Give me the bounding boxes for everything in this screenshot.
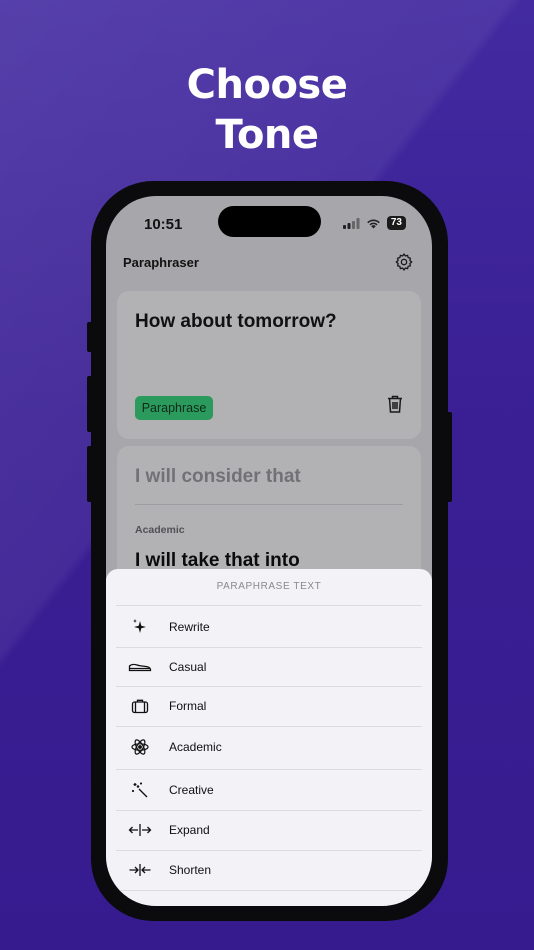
input-text[interactable]: How about tomorrow? [135,311,337,333]
divider [116,605,422,606]
sneaker-icon [128,657,152,677]
app-title: Paraphraser [123,255,199,270]
menu-label: Rewrite [169,620,210,634]
menu-item-formal[interactable]: Formal [116,686,422,726]
menu-item-expand[interactable]: Expand [116,810,422,850]
gear-icon[interactable] [394,252,414,272]
menu-item-creative[interactable]: Creative [116,770,422,810]
expand-arrows-icon [128,820,152,840]
sheet-title: PARAPHRASE TEXT [216,581,322,592]
menu-item-academic[interactable]: Academic [116,727,422,767]
menu-label: Casual [169,660,207,674]
paraphrase-button[interactable]: Paraphrase [135,396,213,420]
menu-label: Expand [169,823,210,837]
dynamic-island [218,206,321,237]
menu-label: Formal [169,699,207,713]
signal-icon [342,217,360,229]
original-text: I will consider that [135,466,301,487]
marketing-headline: Choose Tone [0,60,534,160]
tone-label: Academic [135,524,185,536]
atom-icon [128,737,152,757]
magic-wand-icon [128,780,152,800]
menu-label: Creative [169,783,214,797]
headline-line-2: Tone [215,112,319,158]
briefcase-icon [128,696,152,716]
menu-label: Academic [169,740,222,754]
shorten-arrows-icon [128,860,152,880]
menu-item-shorten[interactable]: Shorten [116,850,422,890]
sparkle-icon [128,617,152,637]
paraphrase-sheet: PARAPHRASE TEXT Rewrite Casual Formal Ac… [106,569,432,906]
menu-item-rewrite[interactable]: Rewrite [116,607,422,647]
status-time: 10:51 [144,216,183,233]
phone-screen: 10:51 73 Paraphraser How about tomorrow?… [106,196,432,906]
menu-item-casual[interactable]: Casual [116,647,422,687]
trash-icon[interactable] [386,394,404,414]
menu-label: Shorten [169,863,212,877]
headline-line-1: Choose [186,62,348,108]
divider [135,504,403,505]
input-card: How about tomorrow? Paraphrase [117,291,421,439]
wifi-icon [367,219,380,228]
battery-indicator: 73 [386,216,406,230]
status-icons: 73 [342,216,406,230]
divider [116,890,422,891]
